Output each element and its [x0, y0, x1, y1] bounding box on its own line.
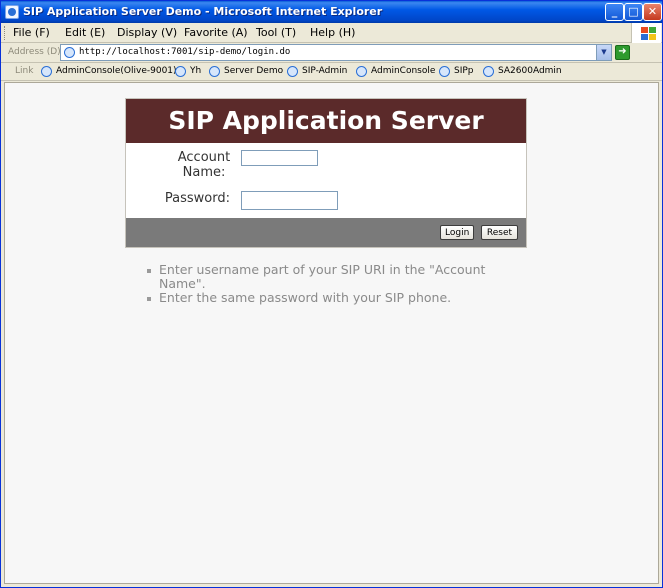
- ie-page-icon: [356, 66, 367, 77]
- windows-logo-icon: [631, 23, 661, 43]
- ie-page-icon: [483, 66, 494, 77]
- menu-tool[interactable]: Tool (T): [256, 26, 296, 39]
- chevron-down-icon[interactable]: ▼: [596, 45, 611, 60]
- menu-display[interactable]: Display (V): [117, 26, 177, 39]
- hint-text: Enter username part of your SIP URI in t…: [159, 262, 486, 291]
- links-label: Link: [15, 66, 34, 76]
- password-label: Password:: [164, 191, 230, 206]
- link-label: Server Demo: [224, 66, 284, 76]
- links-bar: Link AdminConsole(Olive-9001) Yh Server …: [1, 63, 662, 81]
- window-title: SIP Application Server Demo - Microsoft …: [23, 5, 383, 18]
- toolbar-grip[interactable]: [4, 26, 7, 40]
- reset-button[interactable]: Reset: [481, 225, 518, 240]
- browser-window: SIP Application Server Demo - Microsoft …: [0, 0, 663, 588]
- page-icon: [64, 47, 75, 58]
- ie-icon: [5, 5, 19, 19]
- account-name-input[interactable]: [241, 150, 318, 166]
- address-url[interactable]: http://localhost:7001/sip-demo/login.do: [79, 47, 290, 57]
- menu-file[interactable]: File (F): [13, 26, 50, 39]
- menu-help[interactable]: Help (H): [310, 26, 355, 39]
- menu-bar: File (F) Edit (E) Display (V) Favorite (…: [1, 23, 662, 43]
- link-label: Yh: [190, 66, 202, 76]
- address-field[interactable]: http://localhost:7001/sip-demo/login.do …: [60, 44, 612, 61]
- password-input[interactable]: [241, 191, 338, 210]
- login-form: SIP Application Server Account Name: Pas…: [125, 98, 527, 248]
- go-button[interactable]: ➜: [615, 45, 630, 60]
- title-bar[interactable]: SIP Application Server Demo - Microsoft …: [1, 1, 662, 23]
- ie-page-icon: [439, 66, 450, 77]
- menu-edit[interactable]: Edit (E): [65, 26, 105, 39]
- hint-text: Enter the same password with your SIP ph…: [159, 290, 452, 305]
- address-bar: Address (D) http://localhost:7001/sip-de…: [1, 43, 662, 63]
- login-footer: Login Reset: [126, 218, 526, 247]
- account-name-label: Account Name:: [177, 150, 231, 180]
- link-label: SIP-Admin: [302, 66, 348, 76]
- ie-page-icon: [41, 66, 52, 77]
- link-label: SA2600Admin: [498, 66, 562, 76]
- bullet-icon: [147, 297, 151, 301]
- ie-page-icon: [287, 66, 298, 77]
- link-label: SIPp: [454, 66, 474, 76]
- ie-page-icon: [175, 66, 186, 77]
- ie-page-icon: [209, 66, 220, 77]
- status-bar: [1, 585, 662, 587]
- login-button[interactable]: Login: [440, 225, 474, 240]
- bullet-icon: [147, 269, 151, 273]
- login-title: SIP Application Server: [126, 99, 526, 143]
- hint-list: Enter username part of your SIP URI in t…: [147, 263, 527, 305]
- menu-favorite[interactable]: Favorite (A): [184, 26, 248, 39]
- maximize-button[interactable]: □: [624, 3, 643, 21]
- minimize-button[interactable]: _: [605, 3, 624, 21]
- address-label: Address (D): [8, 47, 61, 57]
- link-label: AdminConsole(Olive-9001): [56, 66, 177, 76]
- page-content: SIP Application Server Account Name: Pas…: [4, 82, 659, 584]
- close-button[interactable]: ✕: [643, 3, 662, 21]
- link-label: AdminConsole: [371, 66, 436, 76]
- hint-item: Enter username part of your SIP URI in t…: [147, 263, 527, 291]
- hint-item: Enter the same password with your SIP ph…: [147, 291, 527, 305]
